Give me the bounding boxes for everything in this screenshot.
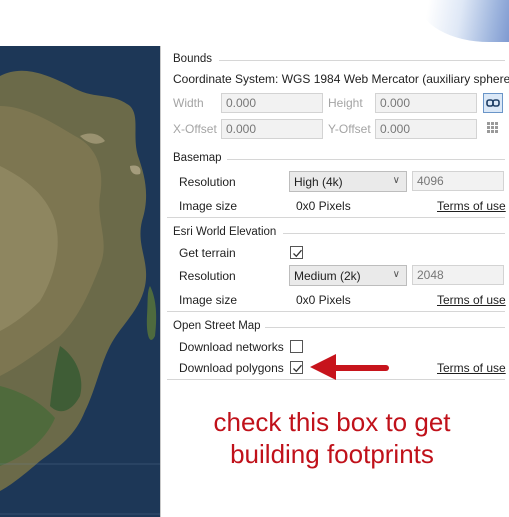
width-field[interactable]: 0.000	[221, 93, 323, 113]
satellite-imagery	[0, 46, 160, 517]
elevation-terms-link[interactable]: Terms of use	[437, 293, 506, 307]
elevation-pixels-field[interactable]: 2048	[412, 265, 504, 285]
annotation-line-1: check this box to get	[213, 407, 451, 437]
coordinate-system-label: Coordinate System: WGS 1984 Web Mercator…	[173, 72, 509, 86]
checkmark-icon	[293, 364, 302, 373]
basemap-image-size-label: Image size	[179, 199, 238, 213]
elevation-group-title: Esri World Elevation	[173, 226, 277, 238]
checkmark-icon	[293, 249, 302, 258]
basemap-resolution-label: Resolution	[179, 175, 236, 189]
basemap-resolution-select[interactable]: High (4k) ∨	[289, 171, 407, 192]
chevron-down-icon: ∨	[392, 269, 400, 280]
height-field[interactable]: 0.000	[375, 93, 477, 113]
basemap-terms-link[interactable]: Terms of use	[437, 199, 506, 213]
yoffset-label: Y-Offset	[328, 122, 371, 136]
basemap-group-title: Basemap	[173, 152, 222, 164]
download-networks-label: Download networks	[179, 340, 284, 354]
basemap-resolution-value: High (4k)	[294, 175, 343, 189]
osm-group-title: Open Street Map	[173, 320, 261, 332]
chevron-down-icon: ∨	[392, 175, 400, 186]
elevation-resolution-select[interactable]: Medium (2k) ∨	[289, 265, 407, 286]
basemap-bottom-divider	[167, 217, 505, 218]
annotation-text: check this box to get building footprint…	[172, 406, 492, 470]
height-label: Height	[328, 96, 363, 110]
bounds-group-title: Bounds	[173, 53, 213, 65]
download-polygons-label: Download polygons	[179, 361, 284, 375]
link-toggle-button[interactable]	[483, 93, 503, 113]
width-label: Width	[173, 96, 204, 110]
link-toggle-icon	[486, 99, 500, 107]
elevation-divider	[283, 233, 505, 234]
xoffset-field[interactable]: 0.000	[221, 119, 323, 139]
xoffset-label: X-Offset	[173, 122, 217, 136]
elevation-resolution-label: Resolution	[179, 269, 236, 283]
elevation-image-size-label: Image size	[179, 293, 238, 307]
elevation-bottom-divider	[167, 311, 505, 312]
elevation-resolution-value: Medium (2k)	[294, 269, 361, 283]
basemap-image-size-value: 0x0 Pixels	[296, 199, 351, 213]
grid-icon	[487, 122, 498, 133]
annotation-line-2: building footprints	[230, 439, 434, 469]
get-terrain-checkbox[interactable]	[290, 246, 303, 259]
map-view[interactable]	[0, 46, 160, 517]
basemap-pixels-field[interactable]: 4096	[412, 171, 504, 191]
osm-divider	[265, 327, 505, 328]
red-arrow-icon	[310, 354, 389, 380]
osm-terms-link[interactable]: Terms of use	[437, 361, 506, 375]
yoffset-field[interactable]: 0.000	[375, 119, 477, 139]
download-polygons-checkbox[interactable]	[290, 361, 303, 374]
logo-swoosh	[419, 0, 509, 42]
basemap-divider	[227, 159, 505, 160]
download-networks-checkbox[interactable]	[290, 340, 303, 353]
bounds-divider	[219, 60, 505, 61]
grid-button[interactable]	[483, 119, 503, 139]
top-banner	[0, 0, 509, 46]
elevation-image-size-value: 0x0 Pixels	[296, 293, 351, 307]
get-terrain-label: Get terrain	[179, 246, 236, 260]
